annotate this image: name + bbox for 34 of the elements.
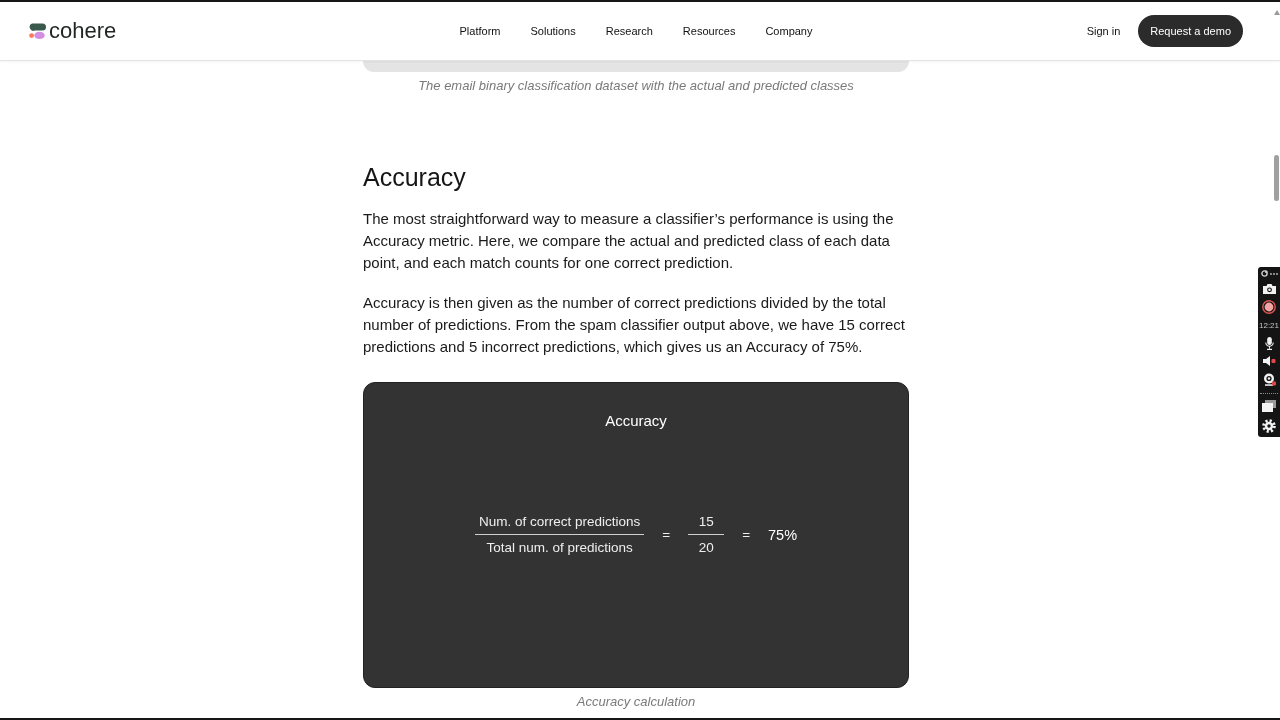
sign-in-link[interactable]: Sign in (1086, 24, 1121, 38)
microphone-icon[interactable] (1264, 336, 1274, 350)
nav-link[interactable]: Research (605, 24, 653, 38)
timer-text: 12:21 (1259, 320, 1279, 330)
scrollbar-thumb[interactable] (1274, 155, 1279, 201)
webcam-icon[interactable] (1262, 372, 1276, 386)
toolbar-logo-icon[interactable] (1260, 270, 1268, 277)
windows-icon[interactable] (1262, 400, 1276, 413)
scroll-up-arrow-icon[interactable] (1274, 10, 1280, 15)
equals-sign: = (742, 526, 751, 544)
figure-caption: Accuracy calculation (575, 694, 697, 710)
more-dots-icon[interactable] (1269, 272, 1278, 275)
fraction-denominator: Total num. of predictions (485, 539, 634, 557)
camera-icon[interactable] (1262, 283, 1276, 294)
speaker-icon[interactable] (1262, 356, 1276, 367)
fraction-denominator: 20 (697, 539, 715, 557)
equals-sign: = (662, 526, 671, 544)
fraction-numerator: Num. of correct predictions (477, 513, 642, 531)
card-title: Accuracy (605, 412, 667, 430)
nav-link[interactable]: Platform (459, 24, 501, 38)
body-paragraph: The most straightforward way to measure a classifier’s performance is using the Accuracy metric. Here, we compare the actual and predicted class of each data point, and each match counts for one correct prediction. (363, 209, 895, 273)
body-paragraph: Accuracy is then given as the number of correct predictions divided by the total number of predictions. From the spam classifier output above, we have 15 correct predictions and 5 incorrect predictions, which gives us an Accuracy of 75%. (363, 293, 906, 357)
nav-link[interactable]: Solutions (530, 24, 576, 38)
record-icon[interactable] (1262, 300, 1276, 315)
home-logo-link[interactable]: cohere (29, 18, 117, 44)
fraction-numerator: 15 (697, 513, 715, 531)
result-value: 75% (768, 526, 798, 544)
request-demo-button[interactable]: Request a demo (1138, 15, 1243, 47)
figure-caption: The email binary classification dataset with the actual and predicted classes (417, 78, 855, 94)
logo-icon (29, 22, 46, 40)
nav-link[interactable]: Resources (682, 24, 736, 38)
nav-link[interactable]: Company (765, 24, 813, 38)
settings-icon[interactable] (1262, 418, 1276, 433)
section-heading: Accuracy (363, 162, 467, 192)
